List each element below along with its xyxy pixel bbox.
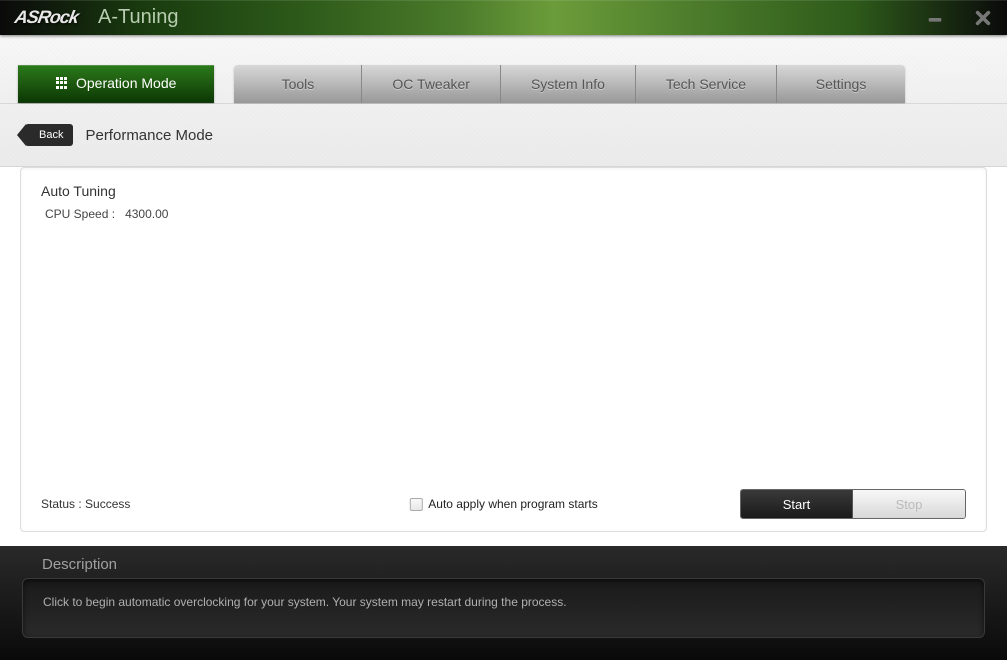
tab-system-info[interactable]: System Info <box>501 65 636 103</box>
window-controls <box>911 0 1007 35</box>
sub-header: Back Performance Mode <box>0 104 1007 167</box>
titlebar: ASRock A-Tuning <box>0 0 1007 35</box>
close-icon <box>974 9 992 27</box>
tab-label: Operation Mode <box>76 75 176 91</box>
minimize-icon <box>926 9 944 27</box>
tab-settings[interactable]: Settings <box>777 65 905 103</box>
stop-button: Stop <box>853 490 965 518</box>
grid-icon <box>56 77 68 89</box>
tab-tools[interactable]: Tools <box>234 65 362 103</box>
tab-operation-mode[interactable]: Operation Mode <box>18 65 214 103</box>
description-text: Click to begin automatic overclocking fo… <box>43 595 567 609</box>
app-title: A-Tuning <box>98 6 178 29</box>
cpu-speed-value: 4300.00 <box>125 207 168 221</box>
cpu-speed-label: CPU Speed : <box>45 207 115 221</box>
inactive-tabs: Tools OC Tweaker System Info Tech Servic… <box>234 65 905 103</box>
cpu-speed-row: CPU Speed : 4300.00 <box>45 207 966 221</box>
section-title: Auto Tuning <box>41 183 966 199</box>
auto-apply-checkbox[interactable]: Auto apply when program starts <box>409 497 597 511</box>
tab-tech-service[interactable]: Tech Service <box>636 65 777 103</box>
start-button[interactable]: Start <box>741 490 853 518</box>
description-section: Description Click to begin automatic ove… <box>0 546 1007 660</box>
back-button[interactable]: Back <box>25 124 73 146</box>
panel-footer: Status : Success Auto apply when program… <box>41 489 966 519</box>
description-heading: Description <box>42 556 985 573</box>
tab-oc-tweaker[interactable]: OC Tweaker <box>362 65 501 103</box>
description-box: Click to begin automatic overclocking fo… <box>22 578 985 638</box>
minimize-button[interactable] <box>911 0 959 35</box>
main-tabs: Operation Mode Tools OC Tweaker System I… <box>0 35 1007 104</box>
brand-logo: ASRock <box>13 7 80 28</box>
main-panel: Auto Tuning CPU Speed : 4300.00 Status :… <box>20 167 987 532</box>
checkbox-icon <box>409 498 422 511</box>
content-area: Operation Mode Tools OC Tweaker System I… <box>0 35 1007 660</box>
close-button[interactable] <box>959 0 1007 35</box>
checkbox-label: Auto apply when program starts <box>428 497 597 511</box>
page-title: Performance Mode <box>85 127 213 144</box>
action-buttons: Start Stop <box>740 489 966 519</box>
status-text: Status : Success <box>41 497 130 511</box>
